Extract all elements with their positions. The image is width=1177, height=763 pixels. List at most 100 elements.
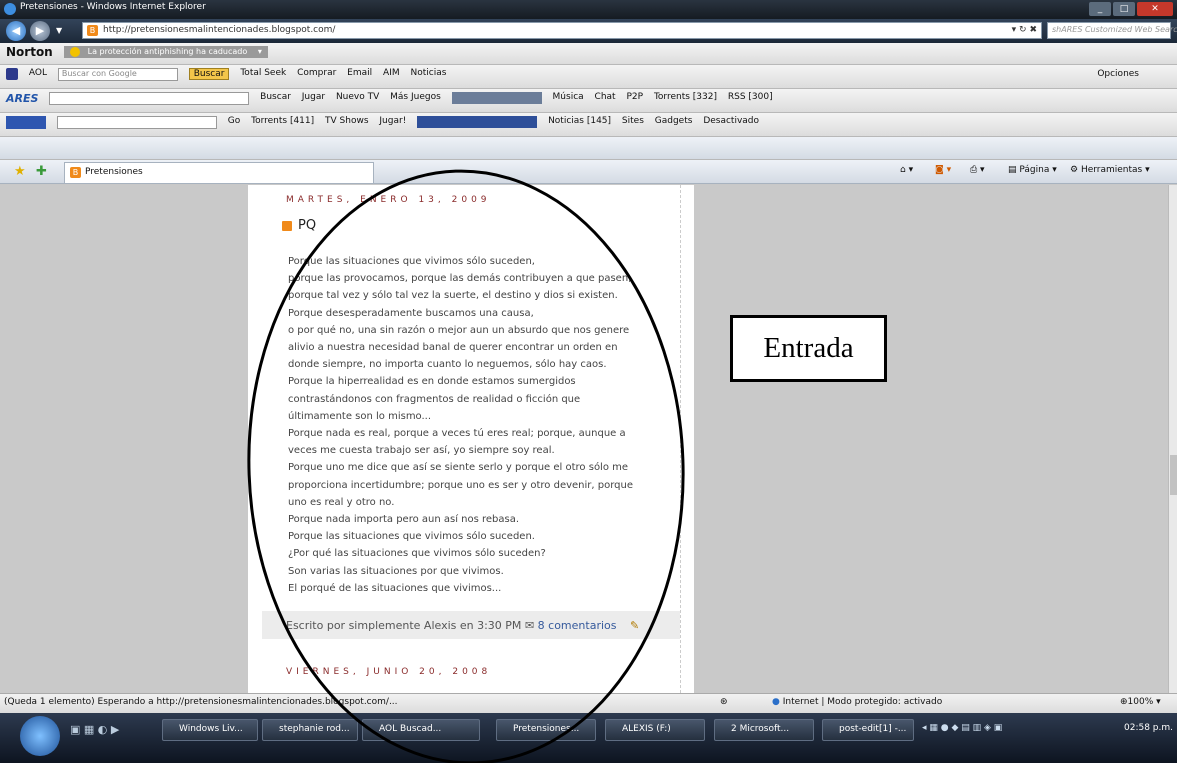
scrollbar[interactable] [1168, 185, 1177, 693]
toolbar-logo-icon [6, 116, 46, 129]
status-bar: (Queda 1 elemento) Esperando a http://pr… [0, 693, 1177, 713]
entrada-label: Entrada [730, 315, 887, 382]
tools-menu-label: Herramientas [1080, 165, 1143, 175]
next-date-header: VIERNES, JUNIO 20, 2008 [286, 667, 492, 677]
blogger-tab-icon: B [70, 167, 81, 178]
aol-item-email[interactable]: Email [347, 68, 372, 78]
ares-item-jugar[interactable]: Jugar [302, 92, 325, 102]
task-pretensiones[interactable]: Pretensiones... [496, 719, 596, 741]
refresh-icon[interactable]: ▾ ↻ ✖ [1012, 25, 1037, 35]
recent-pages-icon[interactable]: ▼ [56, 26, 62, 35]
norton-logo: Norton [6, 45, 53, 59]
norton-toolbar: Norton La protección antiphishing ha cad… [0, 43, 1177, 65]
back-button[interactable]: ◀ [6, 21, 26, 41]
task-alexis-drive[interactable]: ALEXIS (F:) [605, 719, 705, 741]
tools-menu[interactable]: ⚙ Herramientas ▾ [1070, 165, 1150, 175]
ares-player[interactable] [451, 92, 542, 104]
zoom-level: 100% [1127, 697, 1154, 707]
aol-item-aim[interactable]: AIM [383, 68, 400, 78]
blog-page: MARTES, ENERO 13, 2009 PQ Porque las sit… [248, 185, 694, 693]
ares-item-rss[interactable]: RSS [300] [728, 92, 773, 102]
scrollbar-thumb[interactable] [1170, 455, 1177, 495]
aol-options[interactable]: Opciones [1097, 69, 1139, 79]
post-title[interactable]: PQ [282, 218, 316, 233]
aol-item-comprar[interactable]: Comprar [297, 68, 336, 78]
third-item-gadgets[interactable]: Gadgets [655, 116, 693, 126]
post-line: Son varias las situaciones por que vivim… [288, 565, 504, 577]
zoom-control[interactable]: ⊕100% ▾ [1120, 697, 1161, 707]
start-button[interactable] [20, 716, 60, 756]
ie-icon [4, 3, 16, 15]
post-body: Porque las situaciones que vivimos sólo … [288, 253, 680, 597]
address-text: http://pretensionesmalintencionades.blog… [103, 25, 336, 35]
favorites-star-icon[interactable]: ★ [14, 164, 26, 179]
ares-item-mas-juegos[interactable]: Más Juegos [390, 92, 441, 102]
phishing-icon[interactable]: ⊛ [720, 697, 728, 707]
task-stephanie[interactable]: stephanie rod... [262, 719, 358, 741]
task-microsoft[interactable]: 2 Microsoft... [714, 719, 814, 741]
system-clock[interactable]: 02:58 p.m. [1124, 723, 1173, 733]
ares-item-chat[interactable]: Chat [595, 92, 616, 102]
post-line: Porque nada importa pero aun así nos reb… [288, 514, 520, 526]
post-bullet-icon [282, 220, 292, 231]
third-item-go[interactable]: Go [228, 116, 240, 126]
post-line: Porque las situaciones que vivimos sólo … [288, 531, 535, 543]
window-title: Pretensiones - Windows Internet Explorer [20, 2, 206, 12]
blogger-icon: B [87, 25, 98, 36]
norton-warning[interactable]: La protección antiphishing ha caducado ▾ [63, 46, 268, 58]
home-icon[interactable]: ⌂ ▾ [900, 165, 913, 175]
third-player[interactable] [417, 116, 538, 128]
task-aol-buscador[interactable]: AOL Buscad... [362, 719, 480, 741]
third-item-desactivado[interactable]: Desactivado [703, 116, 759, 126]
third-item-tv-shows[interactable]: TV Shows [325, 116, 369, 126]
post-line: El porqué de las situaciones que vivimos… [288, 582, 502, 594]
third-item-torrents[interactable]: Torrents [411] [251, 116, 314, 126]
aol-item-total-seek[interactable]: Total Seek [240, 68, 286, 78]
third-item-sites[interactable]: Sites [622, 116, 644, 126]
third-search-input[interactable] [56, 116, 217, 129]
tab-label: Pretensiones [85, 167, 143, 177]
task-windows-live[interactable]: Windows Liv... [162, 719, 258, 741]
search-input[interactable]: shARES Customized Web Search [1047, 22, 1177, 39]
aol-item-noticias[interactable]: Noticias [410, 68, 446, 78]
ares-buscar-button[interactable]: Buscar [260, 92, 291, 102]
ares-item-musica[interactable]: Música [553, 92, 584, 102]
ares-item-p2p[interactable]: P2P [626, 92, 643, 102]
comments-link[interactable]: 8 comentarios [538, 619, 617, 632]
zone-text: Internet | Modo protegido: activado [782, 697, 943, 707]
page-content: MARTES, ENERO 13, 2009 PQ Porque las sit… [0, 185, 1177, 693]
quick-launch-icons[interactable]: ▣ ▦ ◐ ▶ [70, 723, 119, 736]
norton-warning-text: La protección antiphishing ha caducado [87, 47, 248, 56]
third-item-noticias[interactable]: Noticias [145] [548, 116, 611, 126]
status-text: (Queda 1 elemento) Esperando a http://pr… [4, 697, 398, 707]
add-favorites-icon[interactable]: ✚ [36, 164, 47, 179]
close-button[interactable]: ✕ [1137, 2, 1173, 16]
maximize-button[interactable]: □ [1113, 2, 1135, 16]
post-line: Porque desesperadamente buscamos una cau… [288, 307, 534, 319]
third-item-jugar[interactable]: Jugar! [379, 116, 406, 126]
ares-search-input[interactable] [49, 92, 250, 105]
address-bar: ◀ ▶ ▼ B http://pretensionesmalintenciona… [0, 19, 1177, 43]
post-line: Porque nada es real, porque a veces tú e… [288, 428, 626, 440]
command-spacer [0, 137, 1177, 160]
ares-toolbar: ARES Buscar Jugar Nuevo TV Más Juegos Mú… [0, 89, 1177, 113]
post-line: últimamente son lo mismo... [288, 410, 432, 422]
post-line: alivio a nuestra necesidad banal de quer… [288, 342, 618, 354]
print-icon[interactable]: ⎙ ▾ [970, 165, 985, 175]
tab-pretensiones[interactable]: B Pretensiones [64, 162, 374, 183]
address-input[interactable]: B http://pretensionesmalintencionades.bl… [82, 22, 1042, 39]
aol-search-input[interactable]: Buscar con Google [57, 68, 178, 81]
page-menu[interactable]: ▤ Página ▾ [1008, 165, 1057, 175]
aol-buscar-button[interactable]: Buscar [188, 68, 230, 80]
post-footer: Escrito por simplemente Alexis en 3:30 P… [262, 611, 680, 639]
edit-pencil-icon[interactable]: ✎ [630, 619, 639, 632]
ares-item-torrents[interactable]: Torrents [332] [654, 92, 717, 102]
task-post-edit[interactable]: post-edit[1] -... [822, 719, 914, 741]
forward-button[interactable]: ▶ [30, 21, 50, 41]
tray-icons[interactable]: ◂ ▦ ● ◆ ▤ ▥ ◈ ▣ [922, 723, 1002, 733]
ares-item-nuevo-tv[interactable]: Nuevo TV [336, 92, 379, 102]
feeds-icon[interactable]: ◙ ▾ [935, 165, 951, 175]
aol-logo-icon [6, 68, 18, 80]
ares-logo: ARES [6, 92, 39, 105]
minimize-button[interactable]: _ [1089, 2, 1111, 16]
